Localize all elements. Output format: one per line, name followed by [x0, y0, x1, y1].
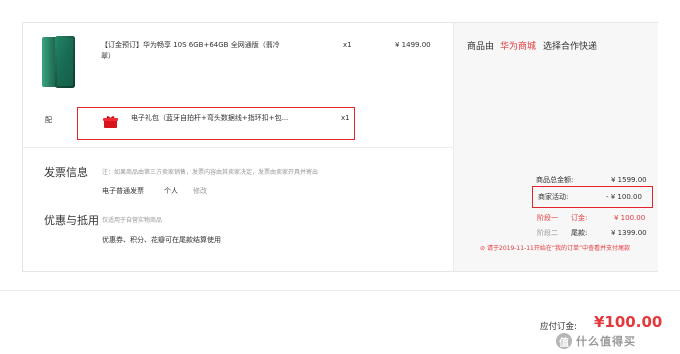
stage2-label: 阶段二 [537, 229, 558, 237]
order-confirmation-page: 【订金预订】华为畅享 10S 6GB+64GB 全网通版（翡冷 翠） x1 ¥ … [0, 0, 680, 354]
payable-value: ¥100.00 [594, 313, 663, 331]
discount-note: 仅适用于自营实物商品 [102, 217, 163, 224]
watermark-logo-icon: 值 [556, 333, 572, 349]
product-price: ¥ 1499.00 [395, 41, 431, 49]
invoice-holder: 个人 [164, 187, 178, 195]
gift-name[interactable]: 电子礼包（蓝牙自拍杆+弯头数据线+指环扣+包... [131, 114, 288, 123]
product-title-line1[interactable]: 【订金预订】华为畅享 10S 6GB+64GB 全网通版（翡冷 [101, 41, 280, 50]
watermark-text: 什么值得买 [576, 335, 636, 348]
balance-value: ¥ 1399.00 [611, 229, 647, 237]
invoice-edit-link[interactable]: 修改 [193, 187, 207, 196]
site-watermark: 值 什么值得买 [556, 330, 676, 352]
goods-total-label: 商品总金额: [536, 176, 574, 184]
gift-section-label: 配 [45, 116, 52, 124]
gift-qty: x1 [341, 114, 350, 122]
gift-box-icon [103, 116, 118, 128]
invoice-note: 注：如果商品由第三方卖家销售，发票内容由其卖家决定，发票由卖家开具并寄出 [102, 169, 319, 176]
order-summary-panel: 商品由 华为商城 选择合作快递 商品总金额: ¥ 1599.00 商家活动: -… [453, 23, 658, 271]
product-thumbnail[interactable] [41, 35, 77, 89]
seller-prefix: 商品由 [467, 42, 495, 52]
product-title-line2[interactable]: 翠） [101, 52, 115, 61]
seller-suffix: 选择合作快递 [543, 42, 598, 52]
gift-highlight-box [77, 107, 355, 140]
merchant-activity-label: 商家活动: [538, 193, 569, 201]
discount-heading: 优惠与抵用 [44, 214, 99, 227]
goods-total-value: ¥ 1599.00 [611, 176, 647, 184]
balance-label: 尾款: [571, 229, 588, 237]
discount-text: 优惠券、积分、花瓣可在尾款结算使用 [102, 236, 221, 244]
merchant-activity-value: - ¥ 100.00 [606, 193, 642, 201]
product-qty: x1 [343, 41, 352, 49]
seller-name[interactable]: 华为商城 [500, 41, 536, 53]
order-card: 【订金预订】华为畅享 10S 6GB+64GB 全网通版（翡冷 翠） x1 ¥ … [22, 22, 658, 272]
invoice-type: 电子普通发票 [102, 187, 144, 195]
deposit-value: ¥ 100.00 [614, 214, 646, 222]
balance-payment-notice: 请于2019-11-11开始在“我的订单”中查看并支付尾款 [487, 245, 631, 252]
stage1-label: 阶段一 [537, 214, 558, 222]
invoice-heading: 发票信息 [44, 166, 88, 179]
section-divider [23, 147, 453, 148]
deposit-label: 订金: [571, 214, 588, 222]
warning-icon: ⊘ [480, 245, 486, 252]
